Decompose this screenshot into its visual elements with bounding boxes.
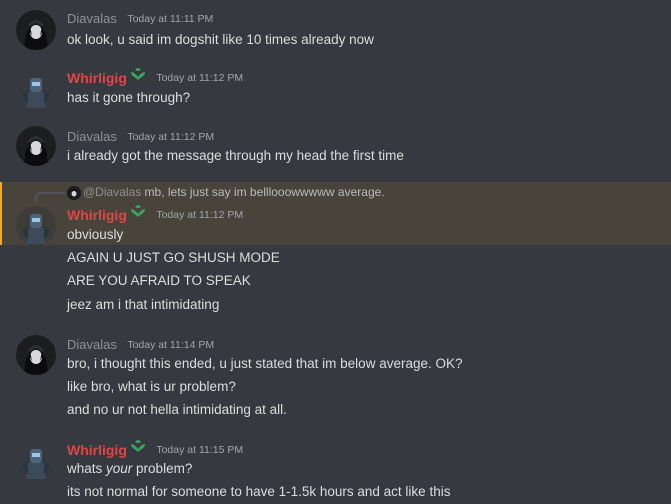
message-text: AGAIN U JUST GO SHUSH MODE [67, 250, 280, 265]
message-text-part: whats [67, 461, 107, 476]
avatar[interactable] [16, 126, 56, 166]
message-text: ok look, u said im dogshit like 10 times… [67, 32, 374, 47]
message-text-emphasis: your [106, 461, 133, 476]
message-header: Whirligig Today at 11:12 PM [67, 67, 244, 88]
reply-avatar [67, 185, 81, 200]
message-text: has it gone through? [67, 90, 191, 105]
nitro-badge-icon[interactable] [130, 67, 146, 87]
avatar[interactable] [16, 441, 56, 481]
timestamp: Today at 11:11 PM [127, 13, 214, 25]
reply-preview[interactable]: @Diavalas mb, lets just say im belllooow… [67, 183, 385, 201]
nitro-badge-icon[interactable] [130, 439, 146, 459]
message-header: Diavalas Today at 11:12 PM [67, 127, 214, 147]
timestamp: Today at 11:12 PM [156, 209, 244, 221]
mention-bar [0, 182, 2, 245]
message-text: jeez am i that intimidating [67, 297, 220, 312]
message-header: Whirligig Today at 11:15 PM [67, 439, 244, 460]
username[interactable]: Whirligig [67, 70, 127, 86]
message-text-part: problem? [132, 461, 193, 476]
message-text: its not normal for someone to have 1-1.5… [67, 484, 451, 499]
message-text: whats your problem? [67, 459, 192, 479]
message-text: like bro, what is ur problem? [67, 379, 236, 394]
username[interactable]: Whirligig [67, 207, 127, 223]
avatar[interactable] [16, 335, 56, 375]
message-header: Diavalas Today at 11:11 PM [67, 9, 213, 29]
message-header: Diavalas Today at 11:14 PM [67, 335, 214, 355]
nitro-badge-icon[interactable] [130, 204, 146, 224]
username[interactable]: Diavalas [67, 337, 117, 352]
timestamp: Today at 11:12 PM [127, 131, 215, 143]
message-text: i already got the message through my hea… [67, 148, 404, 163]
timestamp: Today at 11:14 PM [127, 339, 215, 351]
username[interactable]: Diavalas [67, 11, 117, 26]
username[interactable]: Whirligig [67, 442, 127, 458]
avatar[interactable] [16, 206, 56, 246]
reply-mention[interactable]: @Diavalas [83, 185, 141, 199]
timestamp: Today at 11:15 PM [156, 444, 244, 456]
username[interactable]: Diavalas [67, 129, 117, 144]
message-text: and no ur not hella intimidating at all. [67, 402, 287, 417]
message-text: bro, i thought this ended, u just stated… [67, 356, 463, 371]
reply-text: mb, lets just say im belllooowwwww avera… [141, 185, 385, 199]
reply-spine [35, 192, 65, 202]
avatar[interactable] [16, 70, 56, 110]
message-text: obviously [67, 227, 124, 242]
timestamp: Today at 11:12 PM [156, 72, 244, 84]
message-text: ARE YOU AFRAID TO SPEAK [67, 273, 251, 288]
avatar[interactable] [16, 10, 56, 50]
message-header: Whirligig Today at 11:12 PM [67, 204, 244, 225]
